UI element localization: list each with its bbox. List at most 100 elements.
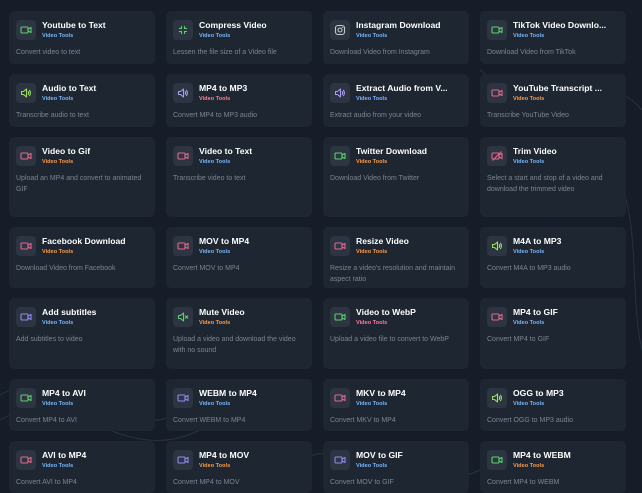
category-badge: Video Tools xyxy=(356,249,388,255)
tool-title: MP4 to AVI xyxy=(42,388,86,398)
tool-description: Lessen the file size of a Video file xyxy=(173,49,277,56)
tool-card[interactable]: Video to WebP Video Tools Upload a video f… xyxy=(323,298,469,369)
tool-card[interactable]: MOV to GIF Video Tools Convert MOV to GIF xyxy=(323,441,469,493)
tool-title: MP4 to WEBM xyxy=(513,450,571,460)
category-badge: Video Tools xyxy=(513,159,545,165)
category-badge: Video Tools xyxy=(199,33,231,39)
category-badge: Video Tools xyxy=(42,96,74,102)
tool-description: Transcribe YouTube Video xyxy=(487,112,569,119)
category-badge: Video Tools xyxy=(199,401,231,407)
tool-card[interactable]: OGG to MP3 Video Tools Convert OGG to MP3 … xyxy=(480,379,626,431)
category-badge: Video Tools xyxy=(199,159,231,165)
category-badge: Video Tools xyxy=(356,33,388,39)
tool-title: Youtube to Text xyxy=(42,20,106,30)
tool-card[interactable]: Instagram Download Video Tools Download Vi… xyxy=(323,11,469,64)
tool-title: Trim Video xyxy=(513,146,557,156)
tool-card[interactable]: YouTube Transcript ... Video Tools Transcr… xyxy=(480,74,626,127)
tool-card[interactable]: MP4 to GIF Video Tools Convert MP4 to GIF xyxy=(480,298,626,369)
category-badge: Video Tools xyxy=(199,96,231,102)
tool-title: MP4 to MP3 xyxy=(199,83,248,93)
tool-card[interactable]: MOV to MP4 Video Tools Convert MOV to MP4 xyxy=(166,227,312,288)
tool-card[interactable]: Resize Video Video Tools Resize a video's … xyxy=(323,227,469,288)
tool-card[interactable]: Extract Audio from V... Video Tools Extrac… xyxy=(323,74,469,127)
category-badge: Video Tools xyxy=(199,249,231,255)
tool-card[interactable]: MP4 to MOV Video Tools Convert MP4 to MOV xyxy=(166,441,312,493)
tool-title: Video to Gif xyxy=(42,146,91,156)
mute-icon xyxy=(173,307,193,327)
video-camera-icon xyxy=(173,388,193,408)
video-camera-icon xyxy=(487,83,507,103)
tool-title: Video to WebP xyxy=(356,307,416,317)
speaker-icon xyxy=(487,388,507,408)
tool-title: MP4 to MOV xyxy=(199,450,250,460)
tool-description: Convert MP4 to GIF xyxy=(487,336,550,343)
tool-card[interactable]: MP4 to MP3 Video Tools Convert MP4 to MP3 … xyxy=(166,74,312,127)
tool-description: Resize a video's resolution and maintain… xyxy=(330,265,456,283)
tool-title: Add subtitles xyxy=(42,307,97,317)
video-camera-icon xyxy=(16,450,36,470)
speaker-icon xyxy=(487,236,507,256)
tool-description: Upload a video file to convert to WebP xyxy=(330,336,449,343)
tool-card[interactable]: Video to Gif Video Tools Upload an MP4 and… xyxy=(9,137,155,217)
category-badge: Video Tools xyxy=(513,463,545,469)
tool-description: Convert MP4 to MOV xyxy=(173,479,240,486)
tool-title: Audio to Text xyxy=(42,83,97,93)
category-badge: Video Tools xyxy=(356,463,388,469)
video-camera-icon xyxy=(173,236,193,256)
tool-description: Download Video from Instagram xyxy=(330,49,430,56)
tool-title: MKV to MP4 xyxy=(356,388,406,398)
category-badge: Video Tools xyxy=(356,320,388,326)
tool-card[interactable]: Add subtitles Video Tools Add subtitles to… xyxy=(9,298,155,369)
category-badge: Video Tools xyxy=(199,320,231,326)
tool-card[interactable]: Youtube to Text Video Tools Convert video … xyxy=(9,11,155,64)
tool-description: Convert WEBM to MP4 xyxy=(173,417,246,424)
tool-card[interactable]: Video to Text Video Tools Transcribe video… xyxy=(166,137,312,217)
category-badge: Video Tools xyxy=(356,159,388,165)
tool-description: Download Video from Facebook xyxy=(16,265,116,272)
tool-card[interactable]: M4A to MP3 Video Tools Convert M4A to MP3 … xyxy=(480,227,626,288)
tool-description: Convert MP4 to WEBM xyxy=(487,479,560,486)
tool-description: Upload a video and download the video wi… xyxy=(173,336,296,354)
video-camera-icon xyxy=(487,307,507,327)
tool-card[interactable]: Trim Video Video Tools Select a start and … xyxy=(480,137,626,217)
tool-card[interactable]: Compress Video Video Tools Lessen the file… xyxy=(166,11,312,64)
video-camera-icon xyxy=(173,450,193,470)
tool-description: Transcribe audio to text xyxy=(16,112,89,119)
tool-title: TikTok Video Downlo... xyxy=(513,20,607,30)
category-badge: Video Tools xyxy=(513,96,545,102)
tool-description: Convert MP4 to AVI xyxy=(16,417,77,424)
tool-card[interactable]: Audio to Text Video Tools Transcribe audio… xyxy=(9,74,155,127)
tool-card[interactable]: MP4 to WEBM Video Tools Convert MP4 to WEB… xyxy=(480,441,626,493)
video-camera-icon xyxy=(16,307,36,327)
instagram-icon xyxy=(330,20,350,40)
tool-title: OGG to MP3 xyxy=(513,388,564,398)
tool-card[interactable]: MP4 to AVI Video Tools Convert MP4 to AVI xyxy=(9,379,155,431)
video-camera-icon xyxy=(487,20,507,40)
category-badge: Video Tools xyxy=(42,463,74,469)
tool-card[interactable]: Twitter Download Video Tools Download Vide… xyxy=(323,137,469,217)
tool-description: Convert video to text xyxy=(16,49,81,56)
category-badge: Video Tools xyxy=(356,96,388,102)
category-badge: Video Tools xyxy=(513,249,545,255)
video-camera-icon xyxy=(16,146,36,166)
video-camera-icon xyxy=(330,388,350,408)
tool-card[interactable]: AVI to MP4 Video Tools Convert AVI to MP4 xyxy=(9,441,155,493)
category-badge: Video Tools xyxy=(356,401,388,407)
tool-card[interactable]: WEBM to MP4 Video Tools Convert WEBM to MP… xyxy=(166,379,312,431)
tool-card[interactable]: Facebook Download Video Tools Download Vid… xyxy=(9,227,155,288)
tool-description: Download Video from TikTok xyxy=(487,49,576,56)
tool-card[interactable]: Mute Video Video Tools Upload a video and … xyxy=(166,298,312,369)
tool-title: AVI to MP4 xyxy=(42,450,87,460)
category-badge: Video Tools xyxy=(42,249,74,255)
tool-title: Twitter Download xyxy=(356,146,427,156)
tool-card[interactable]: MKV to MP4 Video Tools Convert MKV to MP4 xyxy=(323,379,469,431)
video-camera-icon xyxy=(330,236,350,256)
tool-description: Convert MKV to MP4 xyxy=(330,417,396,424)
tool-description: Select a start and stop of a video and d… xyxy=(487,175,603,193)
category-badge: Video Tools xyxy=(42,159,74,165)
tool-title: MP4 to GIF xyxy=(513,307,558,317)
tool-description: Convert MOV to MP4 xyxy=(173,265,240,272)
compress-icon xyxy=(173,20,193,40)
video-camera-icon xyxy=(16,388,36,408)
tool-card[interactable]: TikTok Video Downlo... Video Tools Downloa… xyxy=(480,11,626,64)
